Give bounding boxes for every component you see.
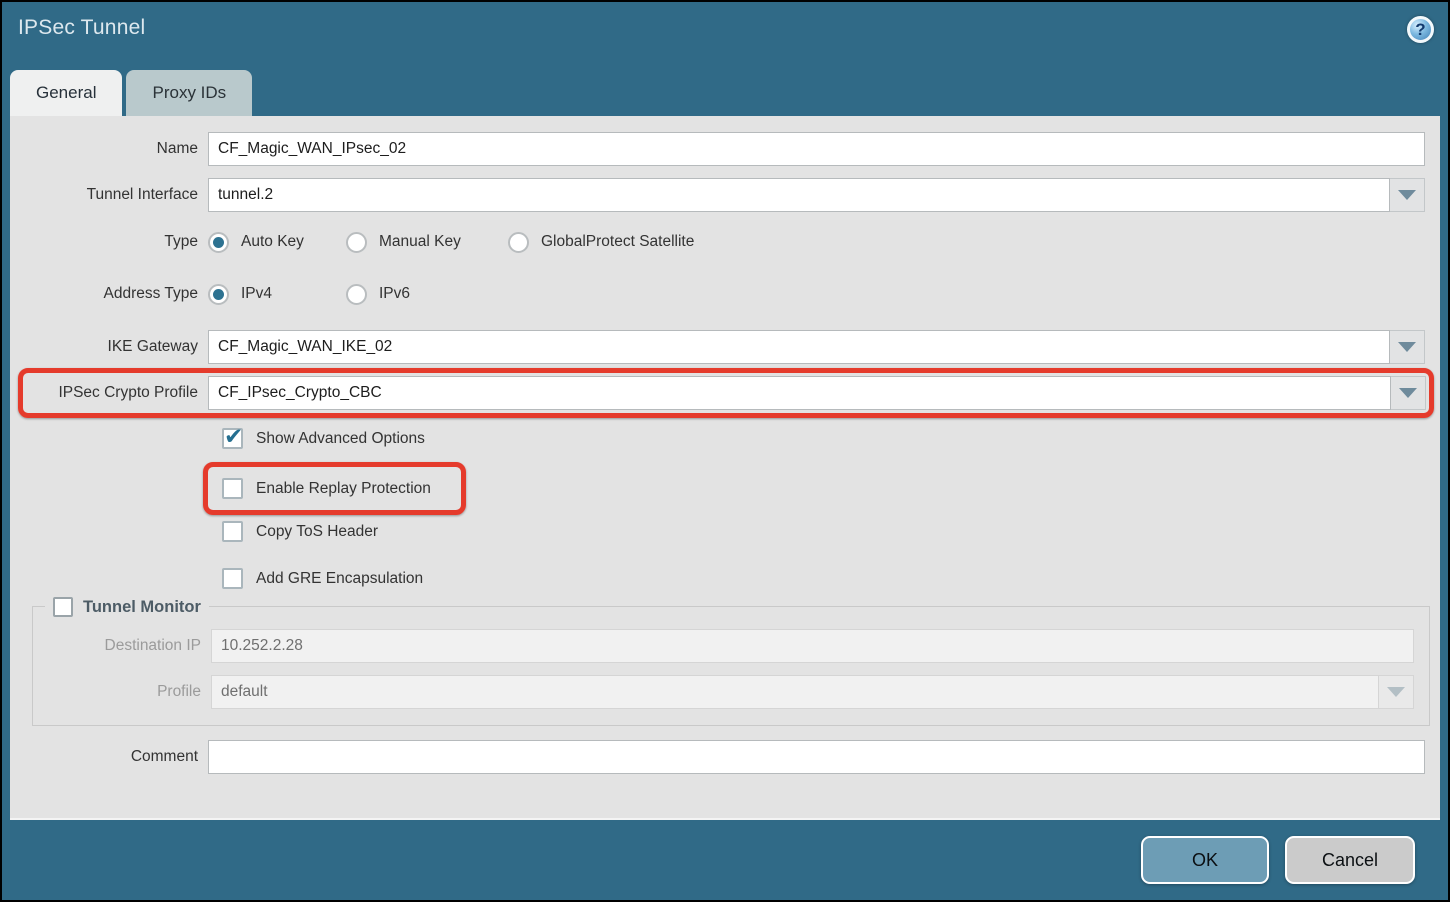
ipsec-crypto-profile-dropdown-button[interactable]: [1391, 376, 1426, 410]
radio-option-manual-key: Manual Key: [346, 232, 508, 253]
show-advanced-options-row: Show Advanced Options: [222, 425, 1440, 452]
profile-dropdown-button: [1379, 675, 1414, 709]
radio-option-ipv4: IPv4: [208, 284, 346, 305]
copy-tos-header-checkbox[interactable]: [222, 521, 243, 542]
ike-gateway-input[interactable]: [208, 330, 1390, 364]
name-label: Name: [10, 140, 208, 158]
tab-bar: General Proxy IDs: [2, 64, 1448, 116]
tunnel-interface-input[interactable]: [208, 178, 1390, 212]
profile-row: Profile: [33, 675, 1419, 709]
cancel-button[interactable]: Cancel: [1285, 836, 1415, 884]
name-row: Name: [10, 132, 1440, 166]
ipsec-crypto-profile-row: IPSec Crypto Profile: [26, 376, 1426, 410]
add-gre-encapsulation-row: Add GRE Encapsulation: [222, 565, 1440, 592]
chevron-down-icon: [1398, 342, 1416, 352]
tab-general[interactable]: General: [10, 70, 122, 116]
tunnel-monitor-label: Tunnel Monitor: [83, 598, 201, 617]
ipv6-radio[interactable]: [346, 284, 367, 305]
ike-gateway-row: IKE Gateway: [10, 330, 1440, 364]
tunnel-interface-label: Tunnel Interface: [10, 186, 208, 204]
globalprotect-satellite-radio[interactable]: [508, 232, 529, 253]
add-gre-encapsulation-checkbox[interactable]: [222, 568, 243, 589]
copy-tos-header-row: Copy ToS Header: [222, 518, 1440, 545]
ipv4-radio[interactable]: [208, 284, 229, 305]
ipsec-crypto-profile-input[interactable]: [208, 376, 1391, 410]
globalprotect-satellite-label: GlobalProtect Satellite: [541, 233, 694, 251]
tab-proxy-ids[interactable]: Proxy IDs: [126, 70, 252, 116]
destination-ip-input: [211, 629, 1414, 663]
radio-option-ipv6: IPv6: [346, 284, 410, 305]
destination-ip-row: Destination IP: [33, 629, 1419, 663]
enable-replay-protection-highlight: Enable Replay Protection: [203, 462, 466, 515]
dialog-footer: OK Cancel: [2, 820, 1448, 900]
type-label: Type: [10, 233, 208, 251]
radio-option-globalprotect-satellite: GlobalProtect Satellite: [508, 232, 694, 253]
show-advanced-options-label: Show Advanced Options: [256, 430, 425, 448]
ipv4-label: IPv4: [241, 285, 272, 303]
comment-row: Comment: [10, 740, 1440, 774]
auto-key-label: Auto Key: [241, 233, 304, 251]
address-type-label: Address Type: [10, 285, 208, 303]
destination-ip-label: Destination IP: [33, 637, 211, 655]
help-icon[interactable]: ?: [1407, 16, 1434, 43]
dialog-title: IPSec Tunnel: [18, 16, 145, 40]
address-type-row: Address Type IPv4 IPv6: [10, 280, 1440, 308]
chevron-down-icon: [1387, 687, 1405, 697]
type-row: Type Auto Key Manual Key GlobalProtect S…: [10, 228, 1440, 256]
ike-gateway-label: IKE Gateway: [10, 338, 208, 356]
ipsec-tunnel-dialog: IPSec Tunnel ? General Proxy IDs Name Tu…: [0, 0, 1450, 902]
dialog-titlebar: IPSec Tunnel ?: [2, 2, 1448, 64]
comment-label: Comment: [10, 748, 208, 766]
tunnel-interface-row: Tunnel Interface: [10, 178, 1440, 212]
ipsec-crypto-profile-label: IPSec Crypto Profile: [26, 384, 208, 402]
show-advanced-options-checkbox[interactable]: [222, 428, 243, 449]
tunnel-monitor-legend: Tunnel Monitor: [45, 594, 209, 620]
ipv6-label: IPv6: [379, 285, 410, 303]
profile-label: Profile: [33, 683, 211, 701]
profile-input: [211, 675, 1379, 709]
ok-button[interactable]: OK: [1141, 836, 1269, 884]
general-tab-panel: Name Tunnel Interface Type Auto Key: [10, 116, 1440, 820]
enable-replay-protection-label: Enable Replay Protection: [256, 480, 431, 498]
radio-option-auto-key: Auto Key: [208, 232, 346, 253]
enable-replay-protection-row: Enable Replay Protection: [222, 475, 431, 502]
tunnel-interface-dropdown-button[interactable]: [1390, 178, 1425, 212]
chevron-down-icon: [1399, 388, 1417, 398]
chevron-down-icon: [1398, 190, 1416, 200]
manual-key-radio[interactable]: [346, 232, 367, 253]
comment-input[interactable]: [208, 740, 1425, 774]
auto-key-radio[interactable]: [208, 232, 229, 253]
tunnel-monitor-checkbox[interactable]: [53, 597, 73, 617]
copy-tos-header-label: Copy ToS Header: [256, 523, 378, 541]
ike-gateway-dropdown-button[interactable]: [1390, 330, 1425, 364]
name-input[interactable]: [208, 132, 1425, 166]
ipsec-crypto-profile-highlight: IPSec Crypto Profile: [18, 368, 1434, 418]
add-gre-encapsulation-label: Add GRE Encapsulation: [256, 570, 423, 588]
enable-replay-protection-checkbox[interactable]: [222, 478, 243, 499]
tunnel-monitor-fieldset: Tunnel Monitor Destination IP Profile: [32, 606, 1430, 726]
manual-key-label: Manual Key: [379, 233, 461, 251]
